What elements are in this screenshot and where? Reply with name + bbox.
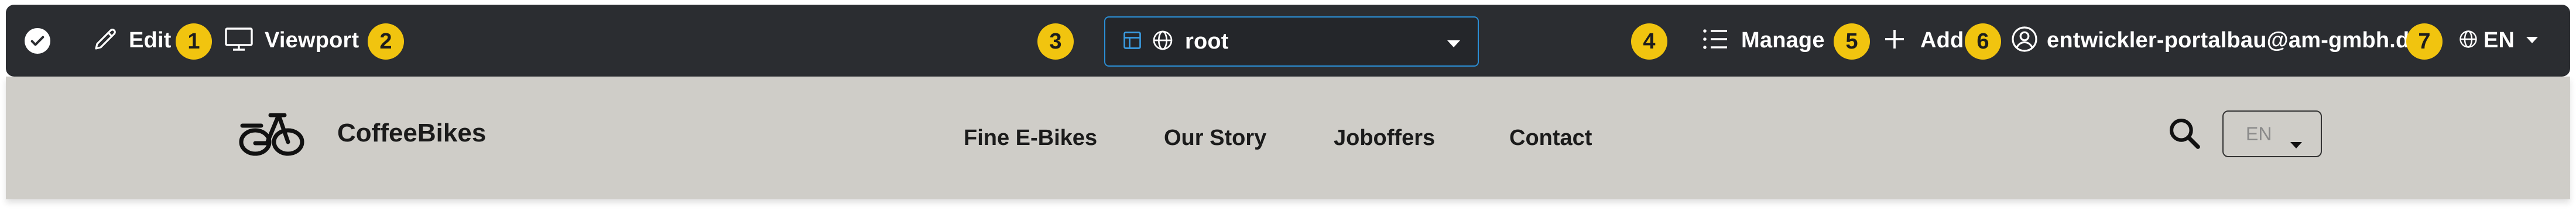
nav-contact[interactable]: Contact <box>1509 77 1592 199</box>
badge-5: 5 <box>1834 23 1870 60</box>
language-label: EN <box>2483 28 2515 53</box>
editor-toolbar: Edit 1 Viewport 2 3 root 4 Manage 5 Add <box>6 5 2570 77</box>
viewport-button[interactable]: Viewport <box>224 5 359 77</box>
site-selector-value: root <box>1185 29 1229 54</box>
monitor-icon <box>224 25 254 56</box>
website-header: CoffeeBikes Fine E-Bikes Our Story Jobof… <box>6 77 2570 199</box>
edit-label: Edit <box>129 28 172 53</box>
globe-icon <box>1151 29 1174 55</box>
brand-name: CoffeeBikes <box>337 118 487 147</box>
edit-button[interactable]: Edit <box>91 5 172 77</box>
check-icon <box>25 27 50 54</box>
globe-icon <box>2458 29 2479 53</box>
language-select-value: EN <box>2246 123 2272 144</box>
viewport-label: Viewport <box>265 28 359 53</box>
badge-6: 6 <box>1965 23 2001 60</box>
list-icon <box>1701 26 1729 55</box>
nav-fine-e-bikes[interactable]: Fine E-Bikes <box>964 77 1097 199</box>
user-email: entwickler-portalbau@am-gmbh.de <box>2047 28 2422 53</box>
caret-down-icon <box>2290 132 2302 153</box>
layout-icon <box>1122 30 1143 54</box>
language-menu[interactable]: EN <box>2458 5 2539 77</box>
site-selector[interactable]: root <box>1104 16 1479 67</box>
badge-7: 7 <box>2406 23 2443 60</box>
add-label: Add <box>1920 28 1964 53</box>
chevron-down-icon <box>2526 36 2539 46</box>
badge-1: 1 <box>176 23 212 60</box>
bike-logo-icon <box>238 102 306 164</box>
language-select[interactable]: EN <box>2222 110 2322 157</box>
manage-button[interactable]: Manage <box>1701 5 1825 77</box>
nav-our-story[interactable]: Our Story <box>1164 77 1266 199</box>
publish-status[interactable] <box>25 5 50 77</box>
badge-3: 3 <box>1037 23 1074 60</box>
add-button[interactable]: Add <box>1883 5 1964 77</box>
pencil-icon <box>91 25 119 56</box>
user-account-button[interactable]: entwickler-portalbau@am-gmbh.de <box>2010 5 2422 77</box>
user-icon <box>2010 25 2039 56</box>
badge-2: 2 <box>368 23 404 60</box>
brand-logo-link[interactable]: CoffeeBikes <box>238 102 486 164</box>
search-icon[interactable] <box>2166 115 2202 154</box>
plus-icon <box>1883 27 1906 54</box>
badge-4: 4 <box>1631 23 1667 60</box>
chevron-down-icon <box>1447 40 1460 50</box>
manage-label: Manage <box>1741 28 1825 53</box>
nav-joboffers[interactable]: Joboffers <box>1334 77 1435 199</box>
